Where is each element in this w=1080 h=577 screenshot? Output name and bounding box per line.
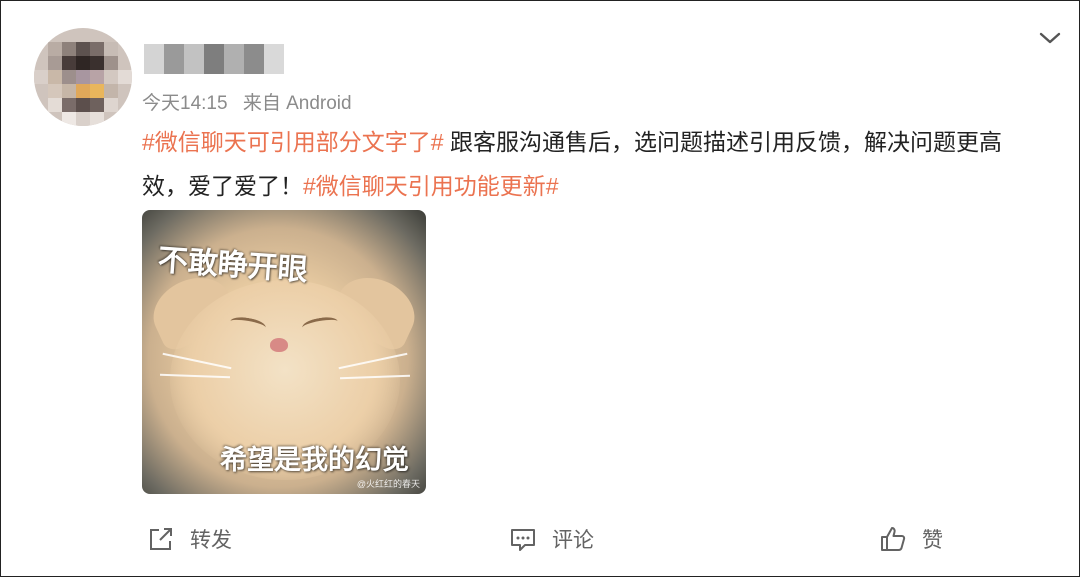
like-label: 赞 (922, 529, 943, 552)
chevron-down-icon[interactable] (1038, 26, 1062, 50)
post-meta: 今天14:15 来自 Android (142, 88, 362, 115)
share-icon (150, 528, 172, 550)
repost-button[interactable]: 转发 (146, 524, 232, 554)
image-watermark: @火红红的春天 (356, 479, 420, 489)
comment-button[interactable]: 评论 (508, 524, 594, 554)
hashtag-link[interactable]: #微信聊天可引用部分文字了# (142, 129, 444, 155)
cat-nose (270, 338, 288, 352)
post-time[interactable]: 今天14:15 (142, 93, 228, 114)
avatar[interactable] (34, 28, 132, 126)
like-button[interactable]: 赞 (878, 524, 943, 554)
repost-label: 转发 (190, 529, 232, 552)
image-caption-top: 不敢睁开眼 (156, 242, 309, 289)
action-bar: 转发 评论 赞 (0, 524, 1080, 564)
post-image[interactable]: 不敢睁开眼 希望是我的幻觉 @火红红的春天 (142, 210, 426, 494)
image-caption-bottom: 希望是我的幻觉 (220, 445, 409, 476)
hashtag-link[interactable]: #微信聊天引用功能更新# (303, 173, 559, 199)
username-blurred[interactable] (144, 44, 284, 74)
post-text: #微信聊天可引用部分文字了# 跟客服沟通售后，选问题描述引用反馈，解决问题更高效… (142, 120, 1042, 208)
thumbs-up-icon (881, 527, 906, 551)
comment-label: 评论 (552, 529, 594, 552)
post-source: 来自 Android (242, 93, 352, 114)
comment-icon (511, 529, 535, 551)
